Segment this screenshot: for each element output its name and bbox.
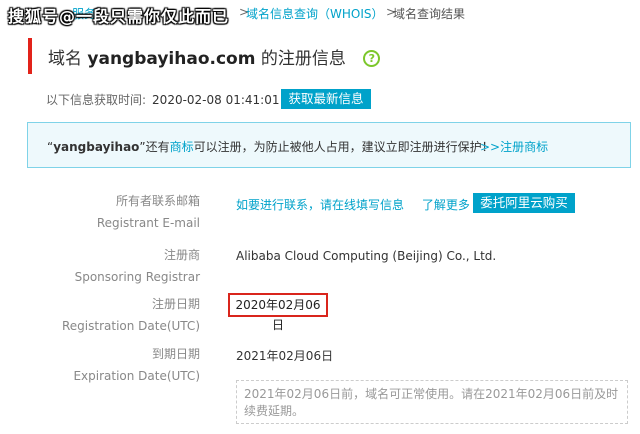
notice-text-2: 可以注册，为防止被他人占用，建议立即注册进行保护！ [193,140,494,154]
title-suffix: 的注册信息 [260,49,346,69]
learn-more-link[interactable]: 了解更多 [422,198,470,212]
email-label-cn: 所有者联系邮箱 [115,194,200,208]
registrar-label-en: Sponsoring Registrar [74,270,200,284]
notice-text-1: 还有 [145,140,170,154]
title-prefix: 域名 [48,49,82,69]
fetch-time-line: 以下信息获取时间: 2020-02-08 01:41:01 [46,91,280,108]
expiration-date-label-cn: 到期日期 [151,347,200,361]
contact-online-link[interactable]: 如要进行联系，请在线填写信息 [236,198,404,212]
breadcrumb-item-whois[interactable]: 域名信息查询（WHOIS） [246,5,384,22]
registration-date-value: 2020年02月06日 [228,293,328,332]
expiration-date-label: 到期日期 Expiration Date(UTC) [0,343,200,387]
fetch-time-value: 2020-02-08 01:41:01 [152,93,280,107]
expiration-date-label-en: Expiration Date(UTC) [73,369,200,383]
registrar-value: Alibaba Cloud Computing (Beijing) Co., L… [236,249,497,263]
trademark-link[interactable]: 商标 [170,140,194,154]
title-domain: yangbayihao.com [87,49,256,69]
page-title: 域名 yangbayihao.com 的注册信息 ? [48,44,381,69]
watermark: 搜狐号@一段只需你仅此而已 [8,7,230,26]
registrar-label-cn: 注册商 [163,248,200,262]
email-value: 如要进行联系，请在线填写信息 了解更多 [236,196,470,213]
breadcrumb-current: 域名查询结果 [393,7,466,21]
email-label: 所有者联系邮箱 Registrant E-mail [0,190,200,234]
refresh-info-button[interactable]: 获取最新信息 [281,89,371,109]
registrar-label: 注册商 Sponsoring Registrar [0,244,200,288]
email-label-en: Registrant E-mail [96,216,200,230]
notice-text: “yangbayihao”还有商标可以注册，为防止被他人占用，建议立即注册进行保… [47,138,494,155]
title-accent-bar [28,38,32,74]
entrust-aliyun-buy-button[interactable]: 委托阿里云购买 [473,193,575,213]
help-icon[interactable]: ? [363,50,381,67]
expiration-note: 2021年02月06日前，域名可正常使用。请在2021年02月06日前及时续费延… [236,380,628,424]
registration-date-label: 注册日期 Registration Date(UTC) [0,293,200,337]
expiration-date-value: 2021年02月06日 [236,349,334,363]
register-trademark-link[interactable]: >>注册商标 [480,138,548,155]
registration-date-label-cn: 注册日期 [151,297,200,311]
fetch-time-label: 以下信息获取时间: [46,93,147,107]
registration-date-label-en: Registration Date(UTC) [61,319,200,333]
notice-name: yangbayihao [53,140,140,154]
